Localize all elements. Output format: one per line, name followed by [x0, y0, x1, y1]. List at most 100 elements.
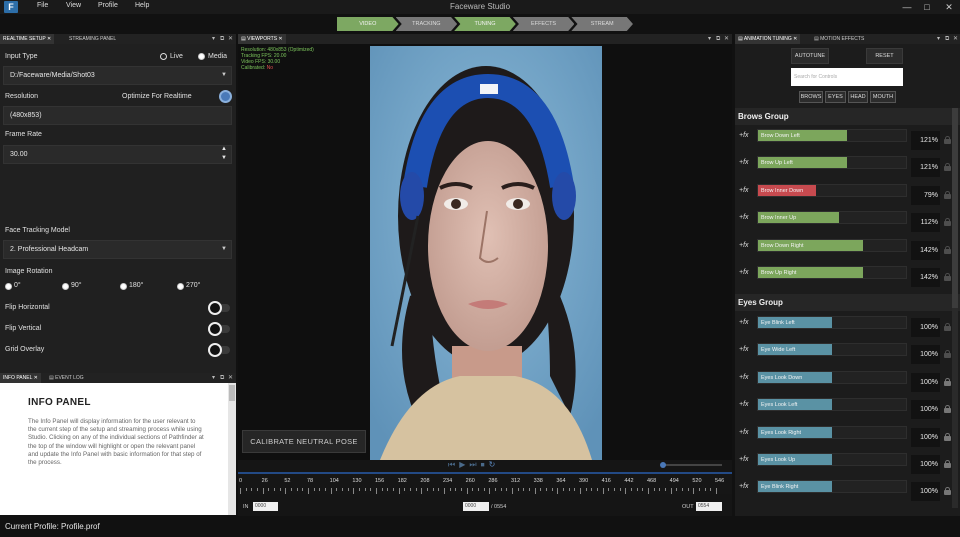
pathfinder-step-tracking[interactable]: TRACKING	[395, 17, 458, 31]
tab-motion-effects[interactable]: ▤ MOTION EFFECTS	[811, 34, 867, 44]
media-radio[interactable]	[198, 53, 205, 60]
tab-streaming-panel[interactable]: STREAMING PANEL	[66, 34, 119, 44]
close-icon[interactable]: ✕	[942, 0, 956, 14]
lock-icon[interactable]	[944, 432, 951, 441]
tab-viewports[interactable]: ▤ VIEWPORTS ✕	[238, 34, 286, 44]
add-fx-button[interactable]: +fx	[739, 456, 749, 463]
close-panel-icon[interactable]: ✕	[228, 373, 233, 383]
control-slider[interactable]: Brow Inner Up	[757, 211, 907, 225]
control-slider[interactable]: Eyes Look Right	[757, 425, 907, 439]
control-percent-field[interactable]: 142%	[911, 268, 940, 287]
rotation-180-radio[interactable]	[120, 283, 127, 290]
lock-icon[interactable]	[944, 487, 951, 496]
lock-icon[interactable]	[944, 377, 951, 386]
add-fx-button[interactable]: +fx	[739, 429, 749, 436]
pin-icon[interactable]: ▾	[937, 34, 940, 44]
pathfinder-step-effects[interactable]: EFFECTS	[512, 17, 575, 31]
lock-icon[interactable]	[944, 323, 951, 331]
pin-icon[interactable]: ▾	[212, 373, 215, 383]
close-panel-icon[interactable]: ✕	[228, 34, 233, 44]
brows-group-header[interactable]: Brows Group	[735, 108, 960, 125]
lock-icon[interactable]	[944, 273, 951, 281]
control-percent-field[interactable]: 100%	[911, 427, 940, 447]
autotune-button[interactable]: AUTOTUNE	[791, 48, 829, 64]
pin-icon[interactable]: ▾	[708, 34, 711, 44]
maximize-icon[interactable]: □	[920, 0, 934, 14]
frame-rate-stepper[interactable]: 30.00 ▲ ▼	[3, 145, 232, 164]
lock-icon[interactable]	[944, 245, 951, 254]
info-scrollbar[interactable]	[228, 383, 236, 515]
eyes-group-header[interactable]: Eyes Group	[735, 294, 960, 311]
control-slider[interactable]: Eye Blink Left	[757, 316, 907, 329]
control-percent-field[interactable]: 100%	[911, 345, 940, 365]
lock-icon[interactable]	[944, 163, 951, 172]
out-field[interactable]: 0554	[696, 502, 722, 511]
in-field[interactable]: 0000	[253, 502, 278, 511]
control-slider[interactable]: Brow Up Right	[757, 266, 907, 279]
lock-icon[interactable]	[944, 218, 951, 227]
search-controls-input[interactable]: Search for Controls	[791, 68, 903, 86]
grid-overlay-toggle[interactable]	[208, 343, 222, 357]
control-percent-field[interactable]: 100%	[911, 482, 940, 502]
control-percent-field[interactable]: 121%	[911, 131, 940, 150]
flip-vertical-toggle[interactable]	[208, 322, 222, 336]
control-percent-field[interactable]: 79%	[911, 185, 940, 205]
flip-horizontal-toggle[interactable]	[208, 301, 222, 315]
float-icon[interactable]: ⧉	[945, 34, 949, 44]
live-radio[interactable]	[160, 53, 167, 60]
control-percent-field[interactable]: 121%	[911, 158, 940, 178]
skip-forward-icon[interactable]: ⏭	[469, 460, 476, 470]
lock-icon[interactable]	[944, 405, 951, 414]
mouth-filter-button[interactable]: MOUTH	[870, 91, 896, 103]
tab-info-panel[interactable]: INFO PANEL ✕	[0, 373, 41, 383]
control-slider[interactable]: Brow Up Left	[757, 156, 907, 170]
arrow-down-icon[interactable]: ▼	[221, 150, 227, 167]
lock-icon[interactable]	[944, 350, 951, 359]
add-fx-button[interactable]: +fx	[739, 374, 749, 381]
optimize-toggle[interactable]	[219, 90, 232, 103]
control-slider[interactable]: Eye Wide Left	[757, 343, 907, 357]
reset-button[interactable]: RESET	[866, 48, 903, 64]
tab-animation-tuning[interactable]: ▤ ANIMATION TUNING ✕	[735, 34, 801, 44]
stop-icon[interactable]: ⏹	[481, 460, 485, 470]
control-percent-field[interactable]: 100%	[911, 318, 940, 337]
tab-event-log[interactable]: ▤ EVENT LOG	[46, 373, 87, 383]
close-panel-icon[interactable]: ✕	[724, 34, 729, 44]
scroll-thumb[interactable]	[952, 108, 958, 308]
control-percent-field[interactable]: 142%	[911, 240, 940, 260]
play-icon[interactable]: ▶	[459, 460, 465, 470]
lock-icon[interactable]	[944, 460, 951, 468]
pathfinder-step-video[interactable]: VIDEO	[337, 17, 399, 31]
control-slider[interactable]: Brow Down Left	[757, 129, 907, 142]
add-fx-button[interactable]: +fx	[739, 483, 749, 490]
add-fx-button[interactable]: +fx	[739, 159, 749, 166]
scroll-thumb[interactable]	[229, 385, 235, 401]
add-fx-button[interactable]: +fx	[739, 132, 749, 139]
control-slider[interactable]: Brow Down Right	[757, 238, 907, 252]
float-icon[interactable]: ⧉	[220, 34, 224, 44]
video-frame[interactable]	[370, 46, 602, 460]
control-slider[interactable]: Eyes Look Up	[757, 453, 907, 466]
eyes-filter-button[interactable]: EYES	[825, 91, 846, 103]
input-path-dropdown[interactable]: D:/Faceware/Media/Shot03 ▼	[3, 66, 232, 85]
control-percent-field[interactable]: 112%	[911, 213, 940, 233]
add-fx-button[interactable]: +fx	[739, 242, 749, 249]
head-filter-button[interactable]: HEAD	[848, 91, 868, 103]
rotation-270-radio[interactable]	[177, 283, 184, 290]
calibrate-neutral-pose-button[interactable]: CALIBRATE NEUTRAL POSE	[242, 430, 366, 453]
pathfinder-step-tuning[interactable]: TUNING	[454, 17, 516, 31]
current-frame-field[interactable]: 0000	[463, 502, 489, 511]
loop-icon[interactable]: ↻	[489, 460, 496, 470]
add-fx-button[interactable]: +fx	[739, 214, 749, 221]
rotation-90-radio[interactable]	[62, 283, 69, 290]
lock-icon[interactable]	[944, 190, 951, 199]
float-icon[interactable]: ⧉	[716, 34, 720, 44]
pathfinder-step-stream[interactable]: STREAM	[571, 17, 633, 31]
close-panel-icon[interactable]: ✕	[953, 34, 958, 44]
skip-back-icon[interactable]: ⏮	[448, 460, 455, 470]
control-slider[interactable]: Eye Blink Right	[757, 480, 907, 494]
add-fx-button[interactable]: +fx	[739, 319, 749, 326]
add-fx-button[interactable]: +fx	[739, 401, 749, 408]
add-fx-button[interactable]: +fx	[739, 346, 749, 353]
playback-speed-slider[interactable]	[662, 464, 722, 466]
